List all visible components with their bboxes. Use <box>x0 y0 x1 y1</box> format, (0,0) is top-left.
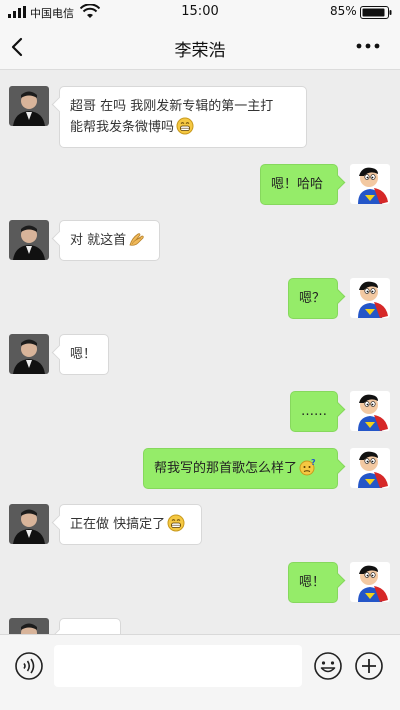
confused-icon: ? <box>299 458 316 476</box>
chat-title: 李荣浩 <box>174 41 226 61</box>
contact-avatar[interactable] <box>9 86 49 126</box>
my-avatar[interactable] <box>350 164 390 204</box>
battery-icon <box>360 6 392 19</box>
grin-icon <box>176 117 194 135</box>
more-icon[interactable] <box>354 36 382 56</box>
superman-avatar-image <box>350 278 390 318</box>
superman-avatar-image <box>350 391 390 431</box>
message-text: 嗯！哈哈 <box>271 177 324 192</box>
contact-avatar-image <box>9 504 49 544</box>
message-bubble[interactable] <box>59 618 121 634</box>
message-input[interactable] <box>54 645 302 687</box>
message-text: 对 就这首 <box>70 233 127 248</box>
emoji-icon[interactable] <box>313 651 343 681</box>
message-text: 正在做 快搞定了 <box>70 517 166 532</box>
message-text: 超哥 在吗 我刚发新专辑的第一主打 能帮我发条微博吗 <box>70 99 274 135</box>
message-text: 帮我写的那首歌怎么样了 <box>154 461 298 476</box>
contact-avatar[interactable] <box>9 618 49 634</box>
contact-avatar-image <box>9 86 49 126</box>
message-text: 嗯？ <box>299 291 326 306</box>
superman-avatar-image <box>350 562 390 602</box>
message-list[interactable]: 超哥 在吗 我刚发新专辑的第一主打 能帮我发条微博吗 嗯！哈哈 对 就这首 嗯？ <box>0 70 400 634</box>
message-bubble[interactable]: 嗯！哈哈 <box>260 164 338 205</box>
input-bar <box>0 634 400 710</box>
my-avatar[interactable] <box>350 562 390 602</box>
svg-text:?: ? <box>311 458 316 467</box>
message-bubble[interactable]: 嗯！ <box>288 562 338 603</box>
superman-avatar-image <box>350 164 390 204</box>
grin-icon <box>167 514 185 532</box>
message-bubble[interactable]: 嗯？ <box>288 278 338 319</box>
nav-bar: 李荣浩 <box>0 24 400 70</box>
message-bubble[interactable]: 超哥 在吗 我刚发新专辑的第一主打 能帮我发条微博吗 <box>59 86 307 148</box>
plus-icon[interactable] <box>354 651 384 681</box>
my-avatar[interactable] <box>350 278 390 318</box>
message-bubble[interactable]: 帮我写的那首歌怎么样了? <box>143 448 338 489</box>
message-bubble[interactable]: 嗯！ <box>59 334 109 375</box>
message-bubble[interactable]: 对 就这首 <box>59 220 160 261</box>
battery-percent: 85% <box>330 4 357 18</box>
voice-icon[interactable] <box>14 651 44 681</box>
my-avatar[interactable] <box>350 391 390 431</box>
message-text: 嗯！ <box>299 575 326 590</box>
clap-icon <box>129 233 144 246</box>
contact-avatar-image <box>9 334 49 374</box>
message-bubble[interactable]: 正在做 快搞定了 <box>59 504 202 545</box>
contact-avatar-image <box>9 618 49 634</box>
contact-avatar-image <box>9 220 49 260</box>
my-avatar[interactable] <box>350 448 390 488</box>
status-bar: 中国电信 15:00 85% <box>0 0 400 24</box>
contact-avatar[interactable] <box>9 220 49 260</box>
message-bubble[interactable]: …… <box>290 391 338 432</box>
message-text: 嗯！ <box>70 347 97 362</box>
superman-avatar-image <box>350 448 390 488</box>
message-text: …… <box>301 404 327 419</box>
contact-avatar[interactable] <box>9 504 49 544</box>
contact-avatar[interactable] <box>9 334 49 374</box>
